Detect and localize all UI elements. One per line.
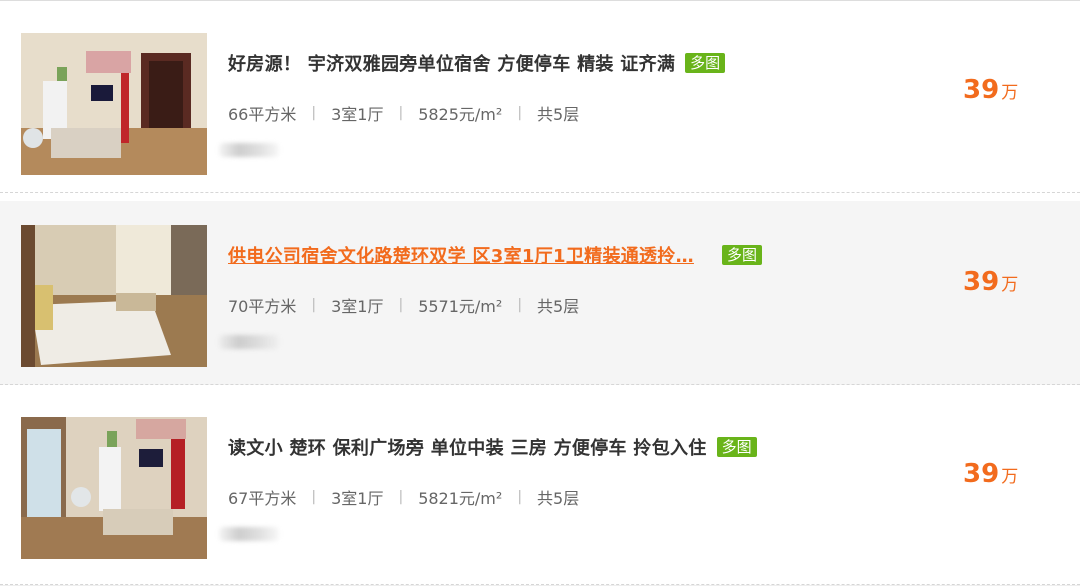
listing-list: 好房源！ 宇济双雅园旁单位宿舍 方便停车 精装 证齐满 多图 66平方米 | 3… [0, 0, 1080, 586]
listing-floors: 共5层 [537, 105, 580, 124]
listing-item[interactable]: 供电公司宿舍文化路楚环双学 区3室1厅1卫精装通透拎… 多图 70平方米 | 3… [0, 201, 1080, 385]
listing-meta: 66平方米 | 3室1厅 | 5825元/m² | 共5层 [228, 101, 579, 125]
meta-separator: | [398, 105, 404, 121]
price-value: 39 [963, 459, 1000, 489]
price-value: 39 [963, 75, 1000, 105]
listing-price: 39 万 [963, 75, 1018, 105]
listing-area: 70平方米 [228, 297, 297, 316]
listing-area: 66平方米 [228, 105, 297, 124]
listing-title-line: 供电公司宿舍文化路楚环双学 区3室1厅1卫精装通透拎… 多图 [228, 241, 762, 269]
multi-photo-badge: 多图 [716, 437, 757, 457]
listing-area: 67平方米 [228, 489, 297, 508]
price-unit: 万 [1001, 83, 1019, 103]
listing-item[interactable]: 好房源！ 宇济双雅园旁单位宿舍 方便停车 精装 证齐满 多图 66平方米 | 3… [0, 9, 1080, 193]
blurred-agent-info [219, 143, 279, 157]
listing-photo[interactable] [21, 33, 207, 175]
listing-title[interactable]: 供电公司宿舍文化路楚环双学 区3室1厅1卫精装通透拎… [228, 242, 694, 268]
multi-photo-badge: 多图 [721, 245, 762, 265]
listing-title[interactable]: 读文小 楚环 保利广场旁 单位中装 三房 方便停车 拎包入住 [228, 434, 707, 460]
listing-meta: 70平方米 | 3室1厅 | 5571元/m² | 共5层 [228, 293, 579, 317]
price-unit: 万 [1001, 467, 1019, 487]
listing-item[interactable]: 读文小 楚环 保利广场旁 单位中装 三房 方便停车 拎包入住 多图 67平方米 … [0, 393, 1080, 585]
listing-title[interactable]: 好房源！ 宇济双雅园旁单位宿舍 方便停车 精装 证齐满 [228, 50, 675, 76]
meta-separator: | [398, 297, 404, 313]
listing-floors: 共5层 [537, 489, 580, 508]
listing-layout: 3室1厅 [331, 489, 384, 508]
listing-meta: 67平方米 | 3室1厅 | 5821元/m² | 共5层 [228, 485, 579, 509]
listing-title-line: 读文小 楚环 保利广场旁 单位中装 三房 方便停车 拎包入住 多图 [228, 433, 757, 461]
listing-price: 39 万 [963, 459, 1018, 489]
listing-floors: 共5层 [537, 297, 580, 316]
meta-separator: | [517, 297, 523, 313]
listing-unit-price: 5825元/m² [418, 105, 503, 124]
listing-photo[interactable] [21, 417, 207, 559]
listing-layout: 3室1厅 [331, 105, 384, 124]
listing-unit-price: 5571元/m² [418, 297, 503, 316]
listing-layout: 3室1厅 [331, 297, 384, 316]
blurred-agent-info [219, 527, 279, 541]
listing-price: 39 万 [963, 267, 1018, 297]
meta-separator: | [311, 297, 317, 313]
meta-separator: | [311, 489, 317, 505]
price-value: 39 [963, 267, 1000, 297]
listing-title-line: 好房源！ 宇济双雅园旁单位宿舍 方便停车 精装 证齐满 多图 [228, 49, 726, 77]
meta-separator: | [398, 489, 404, 505]
price-unit: 万 [1001, 275, 1019, 295]
meta-separator: | [311, 105, 317, 121]
meta-separator: | [517, 105, 523, 121]
listing-photo[interactable] [21, 225, 207, 367]
listing-unit-price: 5821元/m² [418, 489, 503, 508]
blurred-agent-info [219, 335, 279, 349]
meta-separator: | [517, 489, 523, 505]
multi-photo-badge: 多图 [685, 53, 726, 73]
